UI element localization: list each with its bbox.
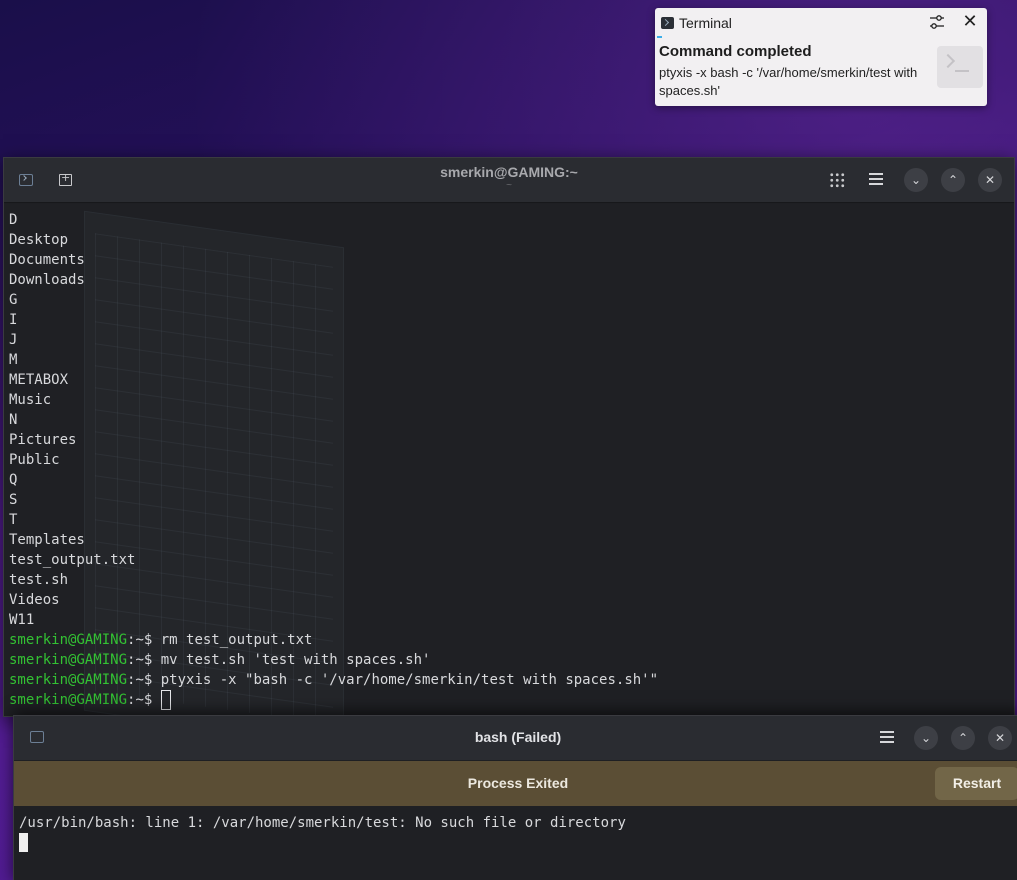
- terminal-cursor: [160, 690, 171, 710]
- bash-window-header[interactable]: bash (Failed) ⌄ ⌃ ✕: [14, 716, 1017, 760]
- output-line: Downloads: [9, 272, 85, 288]
- output-line: Q: [9, 472, 18, 488]
- output-line: M: [9, 352, 18, 368]
- prompt-user: smerkin@GAMING: [9, 652, 128, 668]
- output-line: N: [9, 412, 18, 428]
- output-line: Desktop: [9, 232, 69, 248]
- prompt-suffix: :~$: [127, 652, 161, 668]
- process-exited-banner: Process Exited Restart: [14, 761, 1017, 806]
- command-line: smerkin@GAMING:~$ ptyxis -x "bash -c '/v…: [9, 670, 658, 690]
- output-line: Pictures: [9, 432, 77, 448]
- output-line: Public: [9, 452, 60, 468]
- command-line[interactable]: smerkin@GAMING:~$: [9, 690, 658, 710]
- output-line: test.sh: [9, 572, 69, 588]
- settings-sliders-icon[interactable]: [928, 13, 946, 31]
- notification-popup[interactable]: Terminal ✕ Command completed ptyxis -x b…: [655, 8, 987, 106]
- error-line: /usr/bin/bash: line 1: /var/home/smerkin…: [19, 815, 626, 831]
- cursor-line: [19, 833, 626, 853]
- terminal-output[interactable]: D Desktop Documents Downloads G I J M ME…: [4, 204, 1014, 716]
- output-line: G: [9, 292, 18, 308]
- output-line: Videos: [9, 592, 60, 608]
- window-title: smerkin@GAMING:~: [440, 164, 578, 180]
- terminal-cursor: [19, 833, 28, 852]
- window-subtitle: ~: [506, 180, 512, 191]
- command-line: smerkin@GAMING:~$ rm test_output.txt: [9, 630, 658, 650]
- output-line: J: [9, 332, 18, 348]
- bash-failed-window[interactable]: bash (Failed) ⌄ ⌃ ✕ Process Exited Resta…: [13, 715, 1017, 880]
- main-window-header[interactable]: smerkin@GAMING:~ ~ ⌄ ⌃ ✕: [4, 158, 1014, 203]
- maximize-button[interactable]: ⌃: [941, 168, 965, 192]
- close-button[interactable]: ✕: [988, 726, 1012, 750]
- command-text: ptyxis -x "bash -c '/var/home/smerkin/te…: [160, 672, 659, 688]
- output-line: test_output.txt: [9, 552, 136, 568]
- main-terminal-window[interactable]: smerkin@GAMING:~ ~ ⌄ ⌃ ✕ D Desktop Docum…: [3, 157, 1015, 717]
- tab-overview-icon[interactable]: [829, 172, 845, 188]
- output-line: METABOX: [9, 372, 69, 388]
- prompt-user: smerkin@GAMING: [9, 692, 128, 708]
- output-line: Music: [9, 392, 52, 408]
- prompt-suffix: :~$: [127, 692, 161, 708]
- prompt-user: smerkin@GAMING: [9, 632, 128, 648]
- notification-body: ptyxis -x bash -c '/var/home/smerkin/tes…: [659, 65, 918, 98]
- terminal-lines: D Desktop Documents Downloads G I J M ME…: [9, 210, 658, 710]
- close-button[interactable]: ✕: [978, 168, 1002, 192]
- menu-icon[interactable]: [869, 173, 883, 185]
- restart-button[interactable]: Restart: [935, 767, 1017, 800]
- output-line: S: [9, 492, 18, 508]
- terminal-icon: [661, 17, 674, 29]
- notification-header: Terminal: [661, 14, 732, 32]
- notification-app-name: Terminal: [679, 15, 732, 31]
- output-line: D: [9, 212, 18, 228]
- output-line: W11: [9, 612, 35, 628]
- prompt-user: smerkin@GAMING: [9, 672, 128, 688]
- notification-progress: [657, 36, 662, 38]
- output-line: Templates: [9, 532, 85, 548]
- bash-lines: /usr/bin/bash: line 1: /var/home/smerkin…: [19, 813, 626, 853]
- banner-text: Process Exited: [467, 775, 569, 791]
- menu-icon[interactable]: [880, 731, 894, 743]
- notification-title: Command completed: [659, 43, 812, 60]
- prompt-suffix: :~$: [127, 672, 161, 688]
- notification-close-icon[interactable]: ✕: [961, 13, 979, 31]
- command-text: rm test_output.txt: [160, 632, 313, 648]
- maximize-button[interactable]: ⌃: [951, 726, 975, 750]
- output-line: T: [9, 512, 18, 528]
- command-text: mv test.sh 'test with spaces.sh': [160, 652, 431, 668]
- prompt-suffix: :~$: [127, 632, 161, 648]
- output-line: Documents: [9, 252, 85, 268]
- terminal-thumbnail-icon: [937, 46, 983, 88]
- command-line: smerkin@GAMING:~$ mv test.sh 'test with …: [9, 650, 658, 670]
- minimize-button[interactable]: ⌄: [904, 168, 928, 192]
- bash-window-title: bash (Failed): [474, 729, 562, 745]
- bash-terminal-output[interactable]: /usr/bin/bash: line 1: /var/home/smerkin…: [14, 806, 1017, 880]
- minimize-button[interactable]: ⌄: [914, 726, 938, 750]
- output-line: I: [9, 312, 18, 328]
